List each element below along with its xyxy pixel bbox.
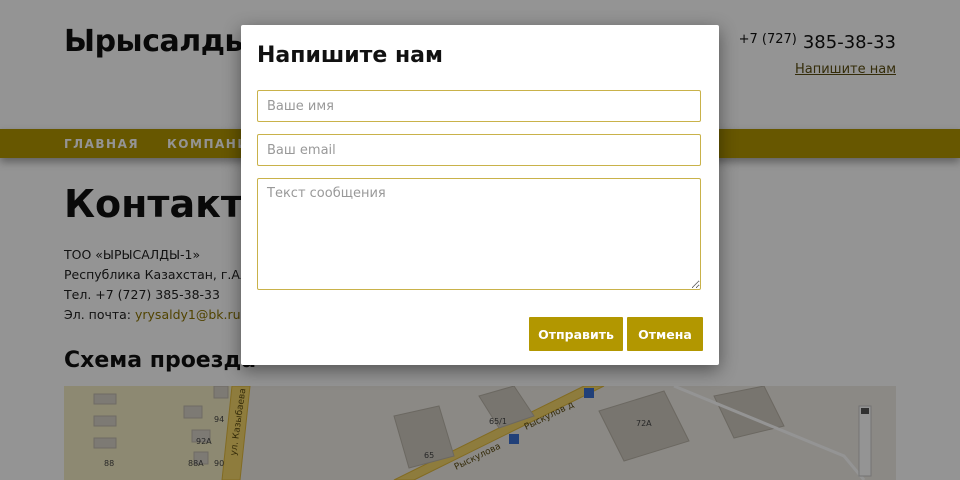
message-textarea[interactable] (257, 178, 701, 290)
modal-title: Напишите нам (257, 43, 444, 68)
cancel-button[interactable]: Отмена (627, 317, 703, 351)
name-input[interactable] (257, 90, 701, 122)
contact-modal: Напишите нам Отправить Отмена (241, 25, 719, 365)
send-button[interactable]: Отправить (529, 317, 623, 351)
email-input[interactable] (257, 134, 701, 166)
